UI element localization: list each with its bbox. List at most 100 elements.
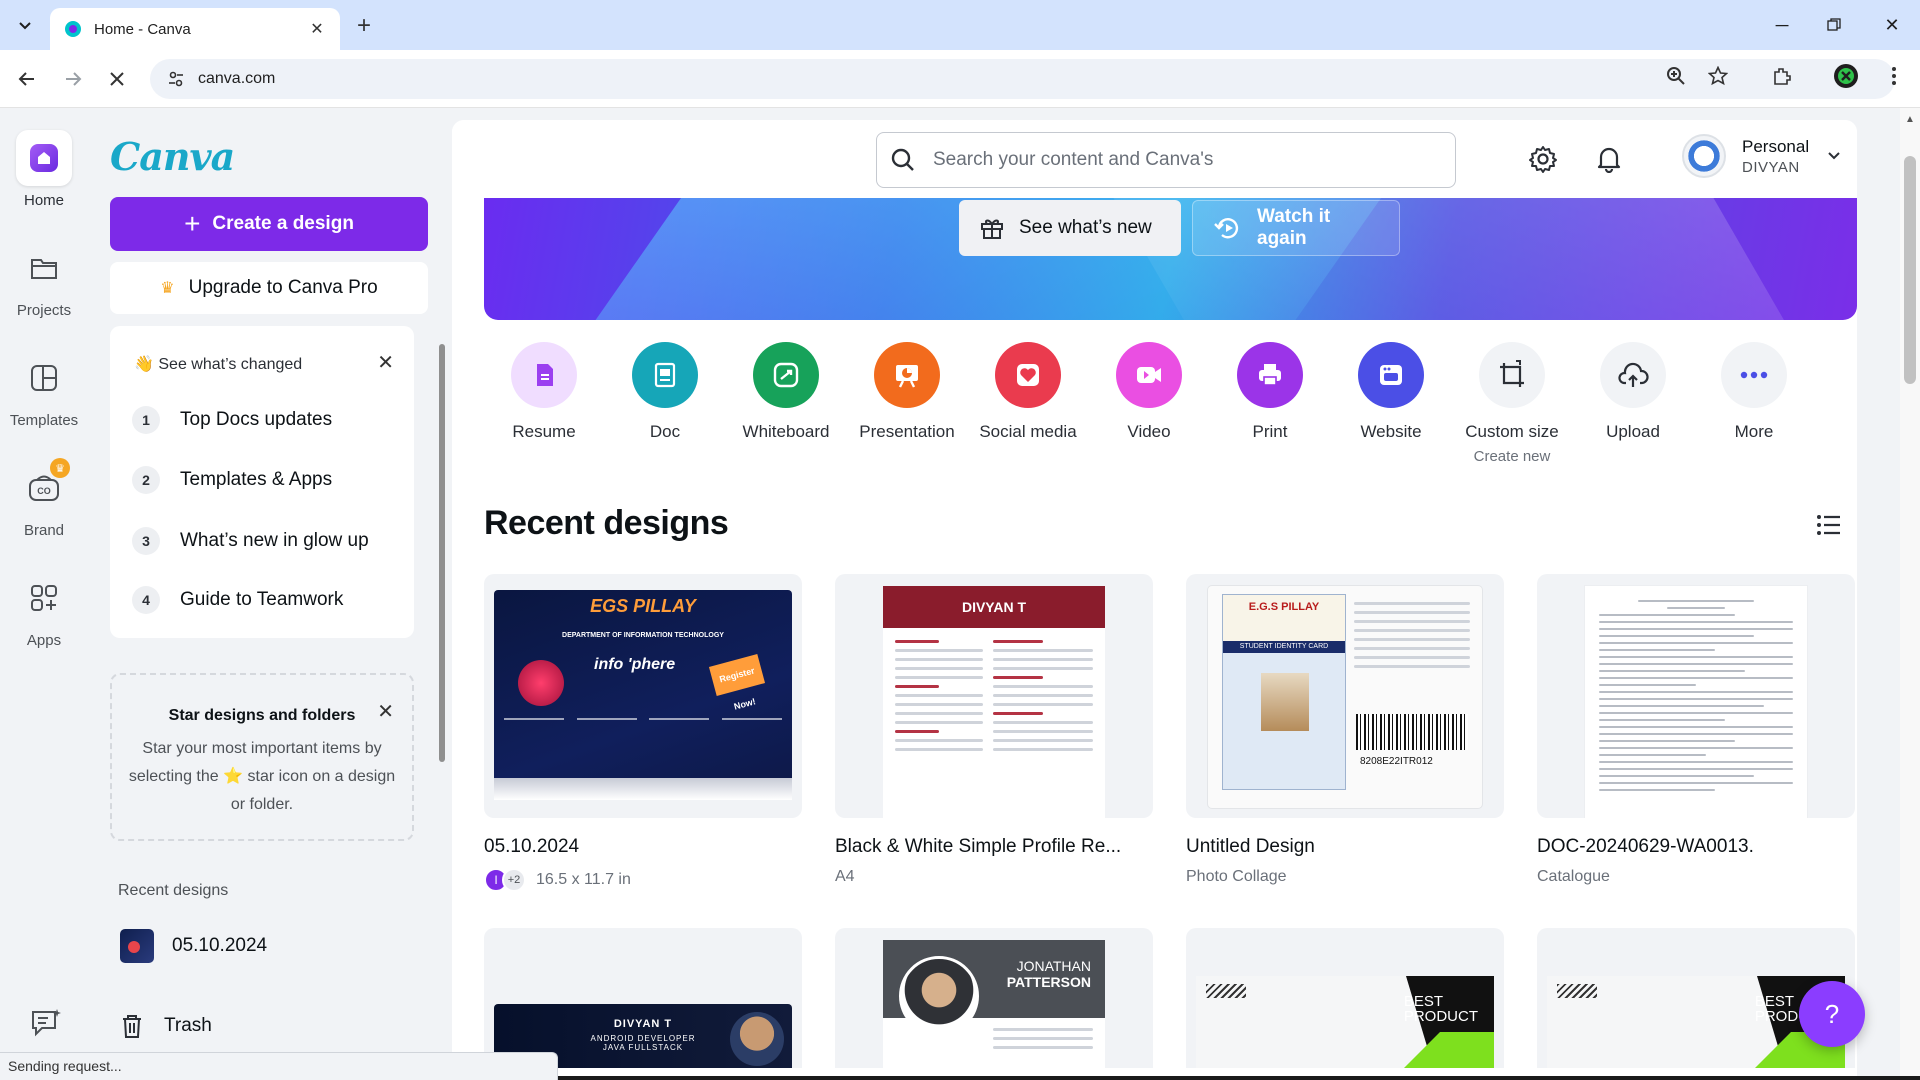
close-window-button[interactable]: ✕ <box>1872 10 1912 40</box>
tab-close-icon[interactable]: ✕ <box>306 18 328 40</box>
design-type-label: Social media <box>979 422 1077 441</box>
rail-item-apps[interactable]: Apps <box>0 570 88 660</box>
search-placeholder: Search your content and Canva's <box>933 149 1214 170</box>
rail-label-home: Home <box>23 192 64 209</box>
design-thumbnail[interactable]: JONATHAN PATTERSON <box>835 928 1153 1068</box>
design-type-print[interactable]: Print <box>1210 342 1330 442</box>
design-type-more[interactable]: More <box>1694 342 1814 442</box>
design-type-doc[interactable]: Doc <box>605 342 725 442</box>
design-thumbnail[interactable]: DIVYAN T <box>835 574 1153 818</box>
minimize-button[interactable]: ─ <box>1762 10 1802 40</box>
changed-item-templates-apps[interactable]: 2 Templates & Apps <box>132 466 332 494</box>
design-card[interactable]: DIVYAN T Black & White Simple Profile Re… <box>835 574 1153 886</box>
close-icon[interactable]: ✕ <box>377 699 394 724</box>
watch-again-button[interactable]: Watch it again <box>1192 200 1400 256</box>
scrollbar-thumb[interactable] <box>1904 156 1916 384</box>
sidebar-trash[interactable]: Trash <box>118 1012 212 1040</box>
design-type-label: Print <box>1252 422 1288 441</box>
notifications-button[interactable] <box>1588 138 1630 180</box>
design-title[interactable]: DOC-20240629-WA0013. <box>1537 836 1855 858</box>
design-thumbnail[interactable]: E.G.S PILLAY STUDENT IDENTITY CARD 8208E… <box>1186 574 1504 818</box>
browser-tab[interactable]: Home - Canva ✕ <box>50 8 340 50</box>
design-type-website[interactable]: Website <box>1331 342 1451 442</box>
design-card[interactable]: JONATHAN PATTERSON <box>835 928 1153 1068</box>
design-card[interactable]: DIVYAN T ANDROID DEVELOPER JAVA FULLSTAC… <box>484 928 802 1068</box>
design-card[interactable]: EGS PILLAY DEPARTMENT OF INFORMATION TEC… <box>484 574 802 892</box>
create-design-button[interactable]: + Create a design <box>110 197 428 251</box>
design-title[interactable]: Black & White Simple Profile Re... <box>835 836 1153 858</box>
forward-button[interactable] <box>58 64 88 94</box>
arrow-right-icon <box>66 72 82 86</box>
scroll-up-icon[interactable]: ▲ <box>1905 114 1915 125</box>
resume-preview: DIVYAN T <box>883 586 1105 818</box>
design-type-upload[interactable]: Upload <box>1573 342 1693 442</box>
cloud-upload-icon <box>1600 342 1666 408</box>
list-view-button[interactable] <box>1814 510 1844 540</box>
sidebar-scrollbar[interactable] <box>438 330 446 770</box>
sidebar-recent-item[interactable]: 05.10.2024 <box>120 929 267 963</box>
arrow-left-icon <box>18 72 34 86</box>
design-title[interactable]: Untitled Design <box>1186 836 1504 858</box>
browser-titlebar: Home - Canva ✕ + ─ ✕ <box>0 0 1920 50</box>
design-thumbnail[interactable] <box>1537 574 1855 818</box>
design-thumbnail[interactable]: BEST PRODUCT <box>1186 928 1504 1068</box>
design-title[interactable]: 05.10.2024 <box>484 836 802 858</box>
video-icon <box>1116 342 1182 408</box>
changed-item-teamwork[interactable]: 4 Guide to Teamwork <box>132 586 343 614</box>
resume-last-name: PATTERSON <box>1006 974 1091 990</box>
canva-logo[interactable]: Canva <box>110 134 235 179</box>
profile-avatar-icon[interactable] <box>1832 62 1860 90</box>
rail-label-projects: Projects <box>16 302 72 319</box>
tab-search-button[interactable] <box>12 12 38 38</box>
search-input[interactable]: Search your content and Canva's <box>876 132 1456 188</box>
stop-loading-button[interactable] <box>102 64 132 94</box>
poster-preview: EGS PILLAY DEPARTMENT OF INFORMATION TEC… <box>494 590 792 800</box>
settings-button[interactable] <box>1522 138 1564 180</box>
design-thumbnail[interactable]: DIVYAN T ANDROID DEVELOPER JAVA FULLSTAC… <box>484 928 802 1068</box>
address-bar[interactable]: canva.com <box>150 59 1895 99</box>
design-meta: A4 <box>835 868 1153 886</box>
design-type-custom-size[interactable]: Custom size Create new <box>1452 342 1572 465</box>
design-type-resume[interactable]: Resume <box>484 342 604 442</box>
design-type-social-media[interactable]: Social media <box>968 342 1088 442</box>
bookmark-star-icon[interactable] <box>1704 62 1732 90</box>
design-type-shortcuts: Resume Doc Whiteboard Presentation Socia… <box>484 342 1857 465</box>
extensions-icon[interactable] <box>1768 62 1796 90</box>
browser-menu-icon[interactable] <box>1880 62 1908 90</box>
templates-icon <box>16 350 72 406</box>
upgrade-pro-button[interactable]: ♛ Upgrade to Canva Pro <box>110 262 428 314</box>
design-card[interactable]: BEST PRODUCT <box>1186 928 1504 1068</box>
zoom-icon[interactable] <box>1662 62 1690 90</box>
design-type-presentation[interactable]: Presentation <box>847 342 967 442</box>
close-icon[interactable]: ✕ <box>377 350 394 375</box>
design-card[interactable]: DOC-20240629-WA0013. Catalogue <box>1537 574 1855 886</box>
design-thumbnail[interactable]: EGS PILLAY DEPARTMENT OF INFORMATION TEC… <box>484 574 802 818</box>
design-type-whiteboard[interactable]: Whiteboard <box>726 342 846 442</box>
account-menu[interactable]: Personal DIVYAN <box>1682 134 1841 178</box>
see-whats-new-button[interactable]: See what’s new <box>959 200 1181 256</box>
page-scrollbar[interactable]: ▲ <box>1900 108 1920 1080</box>
help-button[interactable]: ? <box>1799 981 1865 1047</box>
changed-item-glow-up[interactable]: 3 What’s new in glow up <box>132 527 369 555</box>
doc-icon <box>632 342 698 408</box>
back-button[interactable] <box>12 64 42 94</box>
design-meta: I +2 16.5 x 11.7 in <box>484 868 802 892</box>
changed-item-top-docs[interactable]: 1 Top Docs updates <box>132 406 332 434</box>
rail-item-projects[interactable]: Projects <box>0 240 88 330</box>
tab-title: Home - Canva <box>94 20 191 38</box>
id-photo <box>1261 673 1309 731</box>
rail-item-templates[interactable]: Templates <box>0 350 88 440</box>
feedback-icon[interactable] <box>26 1004 66 1044</box>
site-settings-icon[interactable] <box>166 69 186 89</box>
restore-button[interactable] <box>1814 10 1854 40</box>
trash-icon <box>123 1015 141 1038</box>
design-card[interactable]: E.G.S PILLAY STUDENT IDENTITY CARD 8208E… <box>1186 574 1504 886</box>
design-type-video[interactable]: Video <box>1089 342 1209 442</box>
rail-item-brand[interactable]: CO ♛ Brand <box>0 458 88 550</box>
rail-item-home[interactable]: Home <box>0 130 88 220</box>
collaborators[interactable]: I +2 <box>484 868 526 892</box>
design-type-sublabel: Create new <box>1473 448 1551 465</box>
profile-photo <box>730 1012 784 1066</box>
scrollbar-thumb[interactable] <box>439 344 445 762</box>
new-tab-button[interactable]: + <box>350 12 378 40</box>
